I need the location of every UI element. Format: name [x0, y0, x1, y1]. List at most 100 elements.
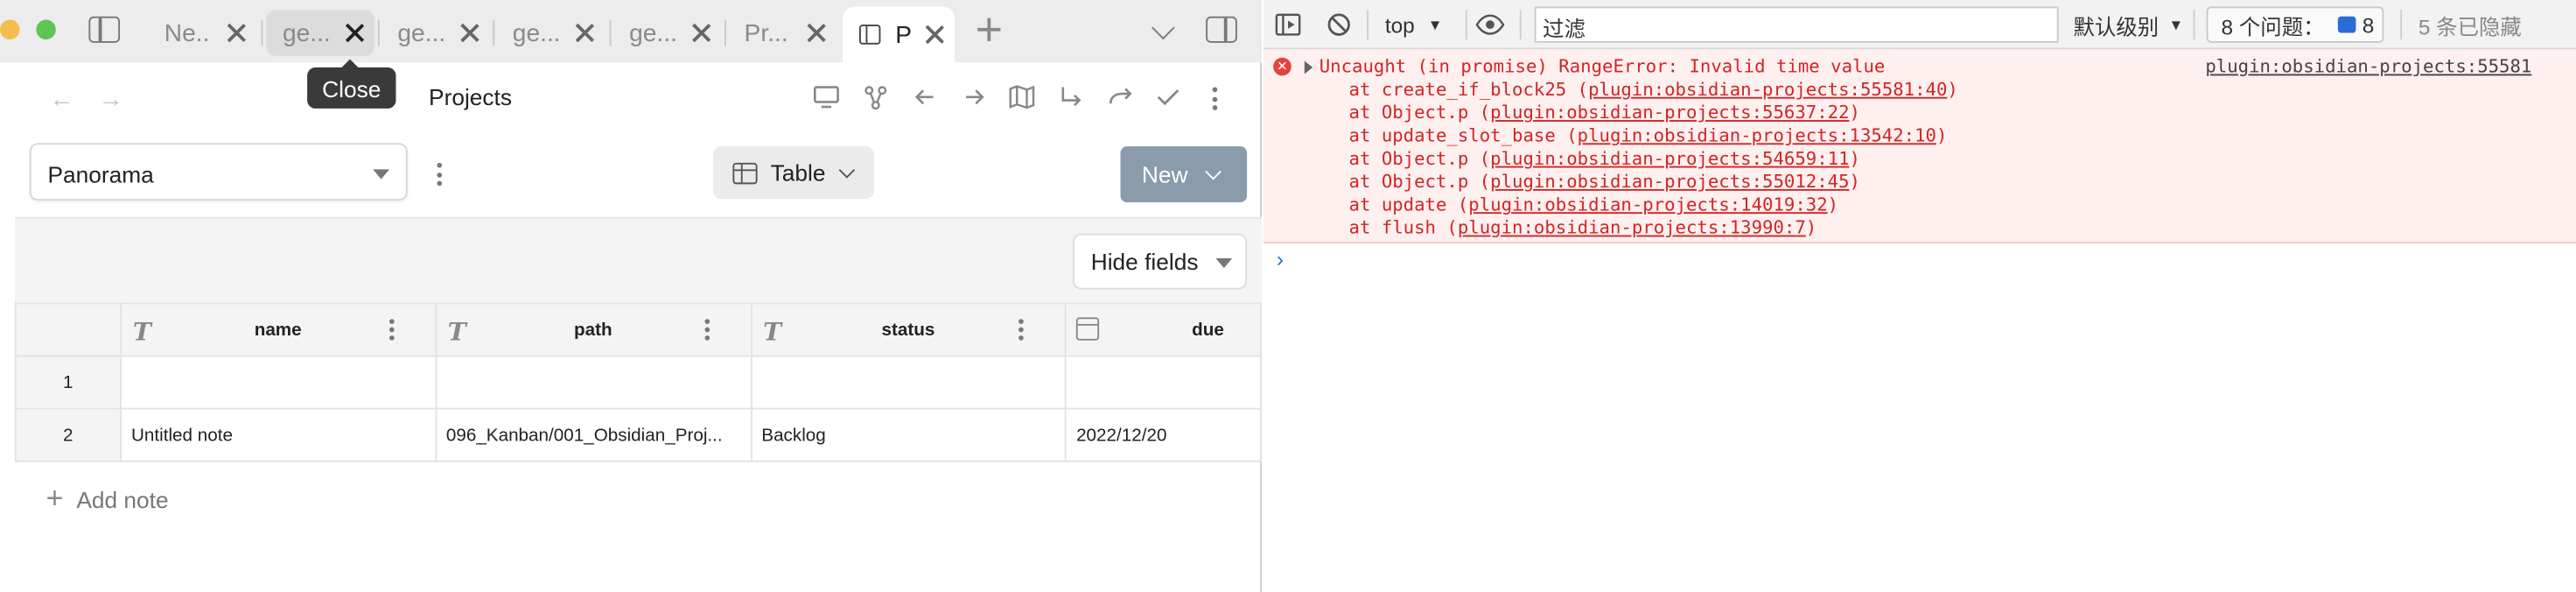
- column-header-path[interactable]: T path: [434, 302, 752, 357]
- eye-icon[interactable]: [1475, 11, 1505, 38]
- tab-3[interactable]: ge...: [382, 10, 490, 56]
- console-prompt[interactable]: ›: [1277, 247, 1284, 271]
- close-icon[interactable]: [345, 23, 365, 43]
- redo-icon[interactable]: [1106, 82, 1136, 112]
- close-icon[interactable]: [227, 23, 247, 43]
- expand-triangle-icon[interactable]: [1304, 60, 1313, 74]
- close-icon[interactable]: [807, 23, 827, 43]
- data-grid: T name T path T status due 1 2 Untitled …: [14, 302, 1262, 462]
- tab-active[interactable]: P: [843, 6, 955, 63]
- more-options-icon[interactable]: [1212, 87, 1220, 110]
- stack-frame: at flush (plugin:obsidian-projects:13990…: [1349, 217, 1817, 238]
- window-zoom-button[interactable]: [36, 19, 56, 40]
- tab-6[interactable]: Pr...: [728, 10, 836, 56]
- close-icon[interactable]: [925, 25, 945, 45]
- issues-count: 8: [2362, 12, 2375, 38]
- forward-arrow-icon[interactable]: →: [99, 86, 123, 114]
- stack-fn: at update (: [1348, 194, 1469, 215]
- arrow-left-icon[interactable]: [910, 82, 940, 112]
- table-row[interactable]: 1: [14, 355, 1262, 410]
- tab-list-chevron-icon[interactable]: [1152, 16, 1175, 40]
- stack-link[interactable]: plugin:obsidian-projects:13542:10: [1578, 125, 1936, 146]
- obsidian-window: Ne... ge... ge... ge... ge...: [0, 0, 1262, 592]
- cell-name[interactable]: [119, 355, 437, 410]
- stack-fn: at Object.p (: [1348, 171, 1491, 193]
- stack-frame: at update_slot_base (plugin:obsidian-pro…: [1349, 125, 1948, 146]
- cell-path[interactable]: 096_Kanban/001_Obsidian_Proj...: [434, 407, 752, 462]
- cell-status[interactable]: Backlog: [750, 407, 1067, 462]
- filter-input[interactable]: 过滤: [1534, 6, 2059, 43]
- graph-icon[interactable]: [861, 82, 891, 112]
- stack-fn: at create_if_block25 (: [1348, 79, 1589, 101]
- context-select[interactable]: top ▼: [1385, 0, 1443, 49]
- column-header-status[interactable]: T status: [750, 302, 1067, 357]
- column-header-label: name: [254, 320, 302, 340]
- left-sidebar-toggle-icon[interactable]: [88, 16, 121, 43]
- new-button[interactable]: New: [1120, 146, 1248, 202]
- table-row[interactable]: 2 Untitled note 096_Kanban/001_Obsidian_…: [14, 407, 1262, 462]
- caret-down-icon: ▼: [2168, 16, 2184, 33]
- add-note-label: Add note: [76, 485, 169, 512]
- stack-link[interactable]: plugin:obsidian-projects:55012:45: [1490, 171, 1849, 192]
- column-menu-icon[interactable]: [1018, 319, 1026, 342]
- right-sidebar-toggle-icon[interactable]: [1206, 16, 1237, 43]
- console-toolbar: top ▼ 过滤 默认级别 ▼ 8 个问题： 8 5 条已隐藏: [1263, 0, 2576, 50]
- error-source-link[interactable]: plugin:obsidian-projects:55581: [2205, 56, 2531, 77]
- close-icon[interactable]: [691, 23, 711, 43]
- cell-name[interactable]: Untitled note: [119, 407, 437, 462]
- close-icon[interactable]: [575, 23, 595, 43]
- project-select[interactable]: Panorama: [29, 143, 408, 201]
- map-icon[interactable]: [1007, 82, 1037, 112]
- tab-label: ge...: [397, 18, 444, 47]
- caret-down-icon: [1215, 257, 1233, 269]
- tab-2[interactable]: ge...: [266, 10, 375, 56]
- sidebar-play-icon[interactable]: [1275, 11, 1301, 38]
- error-message: ✕ Uncaught (in promise) RangeError: Inva…: [1263, 49, 2576, 243]
- log-level-select[interactable]: 默认级别 ▼: [2074, 0, 2184, 49]
- toolbar-divider: [1367, 10, 1369, 40]
- add-note-button[interactable]: + Add note: [46, 482, 169, 516]
- back-arrow-icon[interactable]: ←: [49, 86, 74, 114]
- cell-status[interactable]: [750, 355, 1067, 410]
- window-minimize-button[interactable]: [0, 19, 20, 40]
- hide-fields-button[interactable]: Hide fields: [1073, 233, 1248, 290]
- text-type-icon: T: [447, 317, 466, 348]
- tab-5[interactable]: ge...: [612, 10, 721, 56]
- view-type-button[interactable]: Table: [712, 146, 874, 200]
- devtools-console: top ▼ 过滤 默认级别 ▼ 8 个问题： 8 5 条已隐藏 ✕ Uncaug…: [1263, 0, 2576, 592]
- new-button-label: New: [1141, 161, 1188, 188]
- clear-console-icon[interactable]: [1326, 11, 1352, 38]
- new-tab-icon[interactable]: [977, 18, 1001, 41]
- stack-end: ): [1936, 124, 1948, 147]
- cell-due[interactable]: [1064, 355, 1262, 410]
- close-icon[interactable]: [460, 23, 480, 43]
- table-view: Hide fields T name T path T status due 1…: [14, 216, 1262, 592]
- stack-link[interactable]: plugin:obsidian-projects:13990:7: [1458, 217, 1806, 238]
- column-menu-icon[interactable]: [704, 319, 711, 342]
- stack-fn: at flush (: [1348, 216, 1458, 239]
- tab-1[interactable]: Ne...: [148, 10, 256, 56]
- cell-path[interactable]: [434, 355, 752, 410]
- project-more-icon[interactable]: [437, 162, 444, 187]
- column-header-name[interactable]: T name: [119, 302, 437, 357]
- tab-4[interactable]: ge...: [496, 10, 605, 56]
- issues-button[interactable]: 8 个问题： 8: [2206, 6, 2384, 43]
- column-header-due[interactable]: due: [1064, 302, 1262, 357]
- arrow-right-icon[interactable]: [960, 82, 990, 112]
- column-header-label: status: [881, 320, 935, 340]
- stack-link[interactable]: plugin:obsidian-projects:55581:40: [1588, 79, 1947, 100]
- tab-divider: [724, 19, 726, 46]
- stack-link[interactable]: plugin:obsidian-projects:14019:32: [1468, 194, 1827, 215]
- issues-label: 8 个问题：: [2221, 13, 2325, 39]
- cell-due[interactable]: 2022/12/20: [1064, 407, 1262, 462]
- monitor-icon[interactable]: [812, 82, 842, 112]
- column-menu-icon[interactable]: [388, 319, 396, 342]
- check-icon[interactable]: [1153, 82, 1183, 112]
- stack-link[interactable]: plugin:obsidian-projects:55637:22: [1490, 102, 1849, 123]
- corner-down-right-icon[interactable]: [1056, 82, 1086, 112]
- stack-end: ): [1805, 216, 1817, 239]
- stack-link[interactable]: plugin:obsidian-projects:54659:11: [1490, 148, 1849, 169]
- tab-divider: [493, 19, 495, 46]
- view-title: Projects: [429, 83, 513, 110]
- hidden-messages-count[interactable]: 5 条已隐藏: [2418, 0, 2522, 49]
